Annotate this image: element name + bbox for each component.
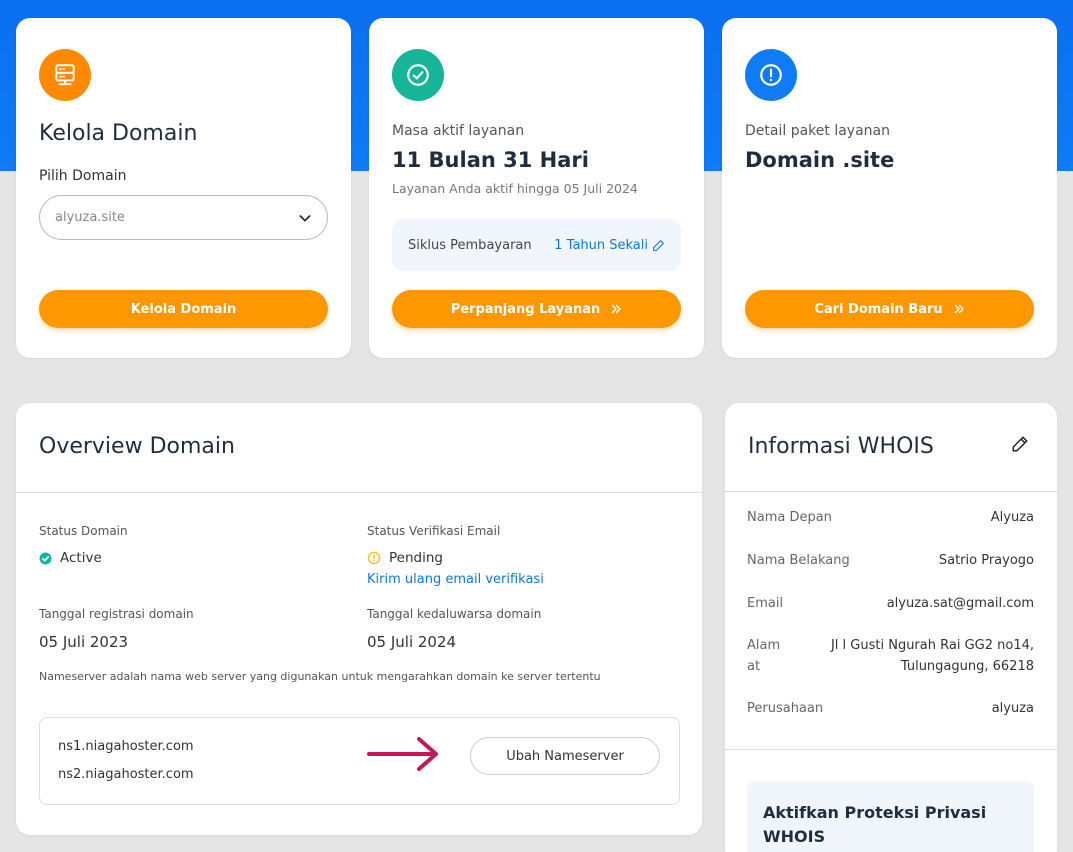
- perpanjang-layanan-button[interactable]: Perpanjang Layanan: [392, 290, 681, 328]
- masa-aktif-card: Masa aktif layanan 11 Bulan 31 Hari Laya…: [369, 18, 704, 358]
- whois-label-nama-belakang: Nama Belakang: [747, 553, 850, 568]
- whois-value-nama-belakang: Satrio Prayogo: [938, 553, 1034, 568]
- whois-card: Informasi WHOIS Nama Depan Alyuza Nama B…: [725, 403, 1057, 852]
- overview-domain-title: Overview Domain: [39, 434, 235, 459]
- detail-paket-value: Domain .site: [745, 148, 895, 172]
- pencil-icon[interactable]: [1011, 435, 1029, 453]
- detail-paket-label: Detail paket layanan: [745, 123, 890, 139]
- double-chevron-right-icon: [612, 304, 622, 314]
- resend-verification-link[interactable]: Kirim ulang email verifikasi: [367, 572, 544, 587]
- check-circle-icon: [392, 49, 444, 101]
- status-verifikasi-value: Pending: [367, 550, 443, 566]
- siklus-pembayaran-edit[interactable]: 1 Tahun Sekali: [554, 238, 665, 253]
- siklus-pembayaran-label: Siklus Pembayaran: [408, 237, 532, 253]
- whois-divider-bottom: [725, 749, 1057, 750]
- whois-title: Informasi WHOIS: [748, 434, 934, 459]
- whois-value-email: alyuza.sat@gmail.com: [886, 596, 1034, 611]
- nameserver-box: ns1.niagahoster.com ns2.niagahoster.com …: [39, 717, 680, 805]
- info-circle-icon: [745, 49, 797, 101]
- overview-divider: [16, 492, 702, 493]
- status-domain-label: Status Domain: [39, 524, 128, 538]
- privacy-protection-box: Aktifkan Proteksi Privasi WHOIS: [747, 781, 1034, 852]
- tanggal-registrasi-label: Tanggal registrasi domain: [39, 607, 194, 621]
- whois-value-alamat-1: Jl l Gusti Ngurah Rai GG2 no14,: [830, 638, 1034, 653]
- whois-divider-top: [725, 491, 1057, 492]
- kelola-domain-card: Kelola Domain Pilih Domain alyuza.site K…: [16, 18, 351, 358]
- masa-aktif-note: Layanan Anda aktif hingga 05 Juli 2024: [392, 181, 638, 196]
- status-domain-value: Active: [39, 550, 102, 566]
- kelola-domain-title: Kelola Domain: [39, 121, 198, 146]
- privacy-title-line1: Aktifkan Proteksi Privasi: [763, 803, 987, 822]
- cari-domain-button[interactable]: Cari Domain Baru: [745, 290, 1034, 328]
- domain-select[interactable]: alyuza.site: [39, 195, 328, 240]
- tanggal-kedaluwarsa-value: 05 Juli 2024: [367, 633, 457, 651]
- kelola-domain-button[interactable]: Kelola Domain: [39, 290, 328, 328]
- privacy-title-line2: WHOIS: [763, 827, 826, 846]
- chevron-down-icon: [299, 214, 311, 221]
- check-circle-icon: [39, 552, 52, 564]
- whois-label-nama-depan: Nama Depan: [747, 510, 832, 525]
- ubah-nameserver-button[interactable]: Ubah Nameserver: [470, 737, 660, 775]
- whois-label-alamat-1: Alam: [747, 638, 781, 653]
- pencil-icon: [653, 239, 664, 251]
- whois-label-perusahaan: Perusahaan: [747, 701, 824, 716]
- server-icon: [39, 49, 91, 101]
- masa-aktif-value: 11 Bulan 31 Hari: [392, 148, 589, 172]
- nameserver-note: Nameserver adalah nama web server yang d…: [39, 670, 601, 683]
- overview-domain-card: Overview Domain Status Domain Active Sta…: [16, 403, 702, 835]
- warning-circle-icon: [367, 551, 381, 565]
- tanggal-kedaluwarsa-label: Tanggal kedaluwarsa domain: [367, 607, 542, 621]
- masa-aktif-label: Masa aktif layanan: [392, 123, 525, 139]
- tanggal-registrasi-value: 05 Juli 2023: [39, 633, 129, 651]
- arrow-right-icon: [367, 737, 438, 771]
- whois-label-email: Email: [747, 596, 784, 611]
- whois-value-nama-depan: Alyuza: [990, 510, 1034, 525]
- nameserver-1: ns1.niagahoster.com: [58, 739, 194, 754]
- double-chevron-right-icon: [954, 304, 964, 314]
- nameserver-2: ns2.niagahoster.com: [58, 767, 194, 782]
- pilih-domain-label: Pilih Domain: [39, 168, 127, 184]
- siklus-pembayaran-box: Siklus Pembayaran 1 Tahun Sekali: [392, 219, 681, 271]
- whois-label-alamat-2: at: [747, 659, 761, 674]
- domain-select-value: alyuza.site: [55, 210, 125, 225]
- whois-value-perusahaan: alyuza: [991, 701, 1034, 716]
- detail-paket-card: Detail paket layanan Domain .site Cari D…: [722, 18, 1057, 358]
- whois-value-alamat-2: Tulungagung, 66218: [900, 659, 1034, 674]
- status-verifikasi-label: Status Verifikasi Email: [367, 524, 501, 538]
